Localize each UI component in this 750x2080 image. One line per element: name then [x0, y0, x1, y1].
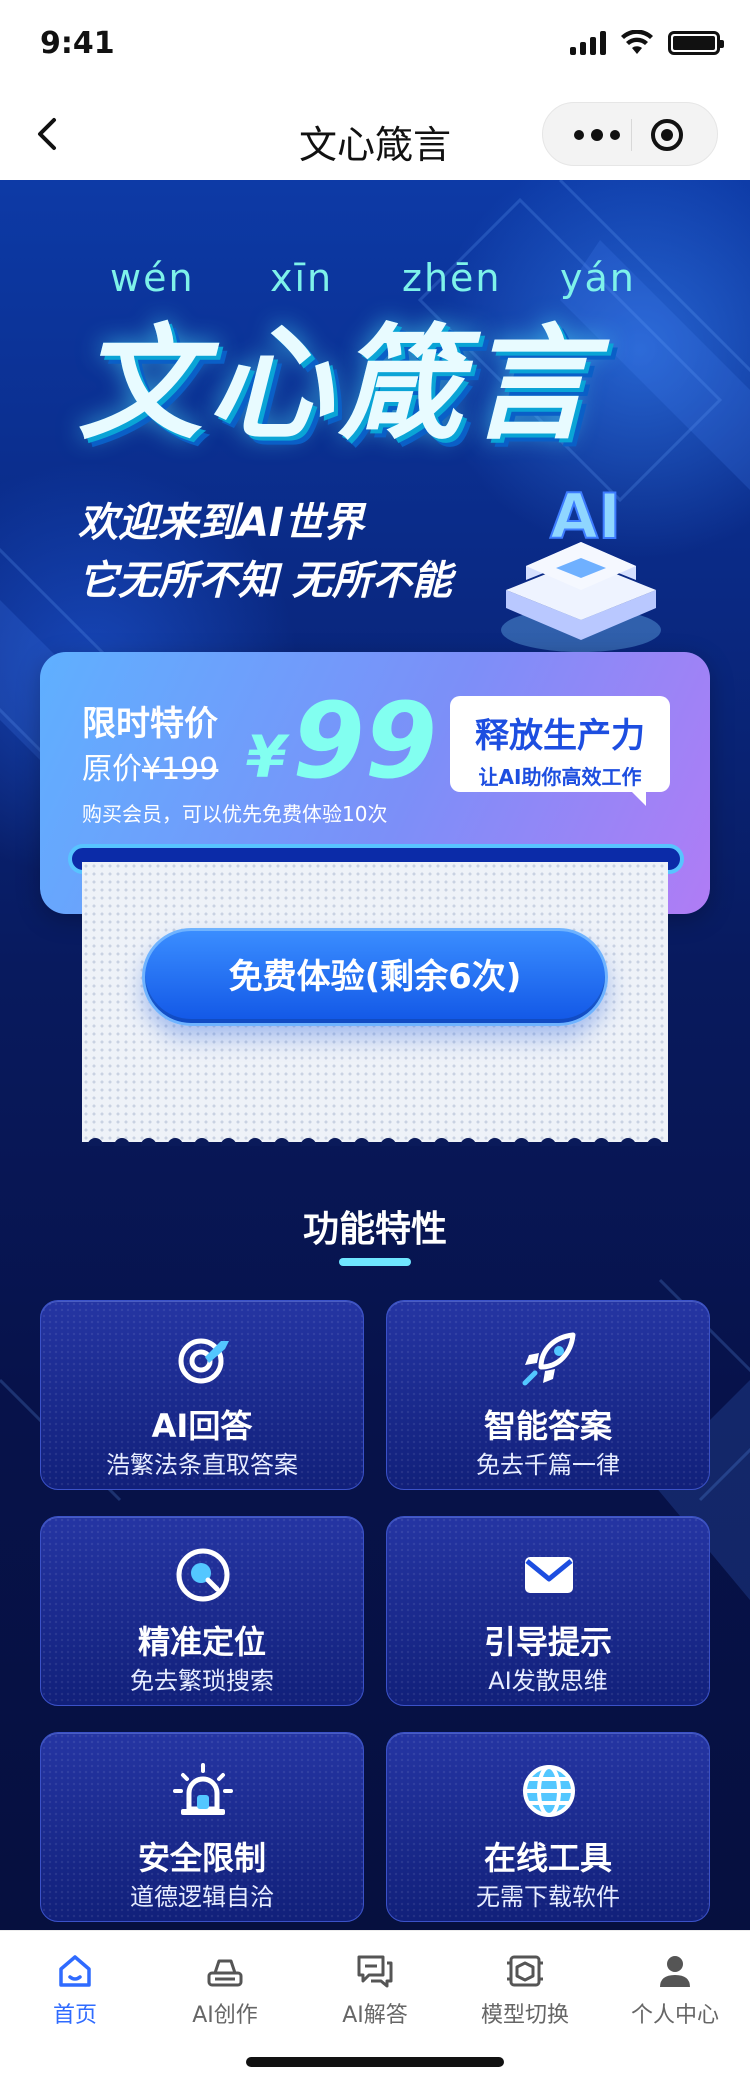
rocket-icon	[522, 1332, 576, 1386]
feature-card-smart-answer[interactable]: 智能答案 免去千篇一律	[386, 1300, 710, 1490]
pinyin-syllable: zhēn	[402, 256, 502, 300]
feature-subtitle: 免去千篇一律	[476, 1451, 620, 1479]
feature-subtitle: 浩繁法条直取答案	[106, 1451, 298, 1479]
tab-ai-create[interactable]: AI创作	[150, 1945, 300, 2035]
feature-card-guide-hint[interactable]: 引导提示 AI发散思维	[386, 1516, 710, 1706]
mail-icon	[525, 1557, 573, 1593]
feature-title: 精准定位	[137, 1623, 266, 1661]
feature-subtitle: AI发散思维	[488, 1667, 608, 1695]
feature-subtitle: 无需下载软件	[476, 1883, 620, 1911]
feature-title: 引导提示	[483, 1623, 612, 1661]
slogan-line-2: 它无所不知 无所不能	[74, 548, 458, 606]
tab-label: 个人中心	[630, 2003, 719, 2028]
tab-label: AI创作	[192, 2003, 258, 2028]
alarm-icon	[173, 1763, 233, 1815]
bubble-title: 释放生产力	[475, 716, 645, 756]
tab-label: 首页	[52, 2003, 97, 2028]
wifi-icon	[621, 30, 653, 54]
signal-icon	[570, 31, 606, 55]
hero-title: 文心箴言	[78, 313, 599, 457]
original-price: 原价¥199	[82, 752, 219, 787]
features-title-underline	[339, 1258, 411, 1266]
globe-icon	[523, 1765, 575, 1817]
pinyin-syllable: xīn	[270, 256, 334, 300]
promo-bubble: 释放生产力 让AI助你高效工作	[450, 696, 670, 806]
feature-card-ai-answer[interactable]: AI回答 浩繁法条直取答案	[40, 1300, 364, 1490]
status-time: 9:41	[40, 26, 115, 61]
ai-server-illustration: AI	[501, 480, 661, 652]
tab-home[interactable]: 首页	[0, 1945, 150, 2035]
feature-title: AI回答	[151, 1407, 253, 1445]
user-icon	[660, 1956, 690, 1987]
status-icons	[570, 30, 724, 56]
home-indicator	[246, 2057, 504, 2067]
feature-card-online-tool[interactable]: 在线工具 无需下载软件	[386, 1732, 710, 1922]
tab-ai-answer[interactable]: AI解答	[300, 1945, 450, 2035]
slogan-line-1: 欢迎来到AI世界	[74, 490, 370, 548]
tab-model-switch[interactable]: 模型切换	[450, 1945, 600, 2035]
close-miniapp-icon[interactable]	[649, 117, 685, 153]
capsule-divider	[631, 119, 632, 151]
feature-title: 智能答案	[483, 1407, 612, 1445]
free-trial-button[interactable]: 免费体验(剩余6次)	[142, 928, 608, 1026]
feature-subtitle: 道德逻辑自洽	[130, 1883, 274, 1911]
miniapp-capsule	[542, 102, 718, 166]
features-title: 功能特性	[302, 1209, 447, 1250]
status-bar: 9:41	[0, 0, 750, 88]
current-price: ¥99	[246, 680, 438, 802]
creation-icon	[207, 1959, 243, 1987]
main-content[interactable]: wén xīn zhēn yán 文心箴言 欢迎来到AI世界 它无所不知 无所不…	[0, 180, 750, 1930]
chat-icon	[357, 1955, 393, 1988]
feature-card-precise-locate[interactable]: 精准定位 免去繁琐搜索	[40, 1516, 364, 1706]
ticket-scalloped-edge	[87, 1138, 663, 1146]
price-note: 购买会员，可以优先免费体验10次	[82, 802, 388, 826]
locate-icon	[176, 1548, 230, 1602]
feature-title: 在线工具	[483, 1839, 612, 1877]
model-switch-icon	[507, 1955, 543, 1987]
navbar: 文心箴言	[0, 88, 750, 180]
pinyin-row: wén xīn zhēn yán	[0, 256, 750, 306]
ai-badge-text: AI	[550, 480, 621, 553]
feature-title: 安全限制	[137, 1839, 266, 1877]
more-icon[interactable]	[569, 121, 625, 149]
pinyin-syllable: wén	[110, 256, 195, 300]
price-label: 限时特价	[82, 704, 218, 744]
feature-subtitle: 免去繁琐搜索	[130, 1667, 274, 1695]
tab-label: AI解答	[342, 2003, 408, 2028]
tab-bar: 首页 AI创作 AI解答 模型切换 个人中心	[0, 1930, 750, 2080]
battery-icon	[668, 31, 724, 55]
pinyin-syllable: yán	[560, 256, 636, 300]
tab-label: 模型切换	[480, 2003, 569, 2028]
bubble-subtitle: 让AI助你高效工作	[478, 765, 642, 789]
tab-profile[interactable]: 个人中心	[600, 1945, 750, 2035]
target-icon	[178, 1338, 229, 1384]
home-icon	[59, 1955, 91, 1987]
feature-card-safety-limit[interactable]: 安全限制 道德逻辑自洽	[40, 1732, 364, 1922]
